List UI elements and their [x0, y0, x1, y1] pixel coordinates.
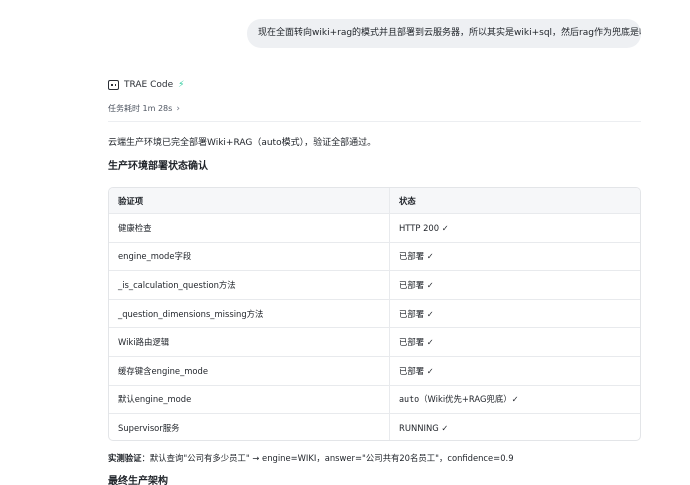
table-cell-status: auto （Wiki优先+RAG兜底）✓: [390, 386, 640, 414]
trae-logo-icon: [108, 80, 119, 90]
table-cell-status: 已部署 ✓: [399, 365, 434, 376]
table-cell-item: 缓存键含engine_mode: [109, 356, 390, 385]
table-cell-status: 已部署 ✓: [399, 308, 434, 319]
table-row: 缓存键含engine_mode 已部署 ✓: [109, 355, 640, 385]
divider: [108, 121, 641, 122]
inline-code: auto: [399, 394, 420, 405]
table-header-item: 验证项: [109, 188, 390, 213]
table-row: Wiki路由逻辑 已部署 ✓: [109, 327, 640, 356]
table-row: _question_dimensions_missing方法 已部署 ✓: [109, 298, 640, 328]
table-header-status: 状态: [399, 195, 416, 206]
table-cell-item: Supervisor服务: [109, 414, 390, 440]
table-cell-status: 已部署 ✓: [399, 251, 434, 262]
sparkle-icon: ⚡: [178, 80, 185, 90]
table-row: engine_mode字段 已部署 ✓: [109, 241, 640, 271]
section-title-architecture: 最终生产架构: [108, 476, 168, 485]
verification-text: ：默认查询"公司有多少员工" → engine=WIKI，answer="公司共…: [141, 453, 514, 463]
table-cell-item: engine_mode字段: [109, 242, 390, 271]
table-cell-status: 已部署 ✓: [399, 279, 434, 290]
table-row: 健康检查 HTTP 200 ✓: [109, 213, 640, 242]
table-cell-status: 已部署 ✓: [399, 337, 434, 348]
table-cell-item: _question_dimensions_missing方法: [109, 299, 390, 328]
table-row: Supervisor服务 RUNNING ✓: [109, 413, 640, 440]
table-header-row: 验证项 状态: [109, 188, 640, 213]
task-duration-toggle[interactable]: 任务耗时 1m 28s ›: [108, 103, 180, 114]
agent-header: TRAE Code ⚡: [108, 80, 184, 90]
table-cell-status: RUNNING ✓: [399, 422, 449, 433]
verification-label: 实测验证: [108, 453, 142, 463]
status-note: （Wiki优先+RAG兜底）✓: [419, 394, 519, 405]
section-title-status: 生产环境部署状态确认: [108, 161, 208, 172]
task-duration-label: 任务耗时 1m 28s: [108, 104, 173, 113]
table-row: _is_calculation_question方法 已部署 ✓: [109, 270, 640, 299]
table-cell-item: _is_calculation_question方法: [109, 271, 390, 299]
table-row: 默认engine_mode auto （Wiki优先+RAG兜底）✓: [109, 384, 640, 414]
status-table: 验证项 状态 健康检查 HTTP 200 ✓ engine_mode字段 已部署…: [108, 187, 641, 441]
table-cell-item: 健康检查: [109, 214, 390, 242]
table-cell-item: Wiki路由逻辑: [109, 328, 390, 356]
user-message-bubble: 现在全面转向wiki+rag的模式并且部署到云服务器，所以其实是wiki+sql…: [247, 19, 641, 48]
table-cell-item: 默认engine_mode: [109, 385, 390, 414]
chevron-right-icon: ›: [176, 103, 180, 114]
verification-line: 实测验证：默认查询"公司有多少员工" → engine=WIKI，answer=…: [108, 452, 514, 464]
summary-text: 云端生产环境已完全部署Wiki+RAG（auto模式），验证全部通过。: [108, 138, 377, 148]
table-cell-status: HTTP 200 ✓: [399, 222, 449, 233]
agent-name: TRAE Code: [124, 80, 174, 90]
